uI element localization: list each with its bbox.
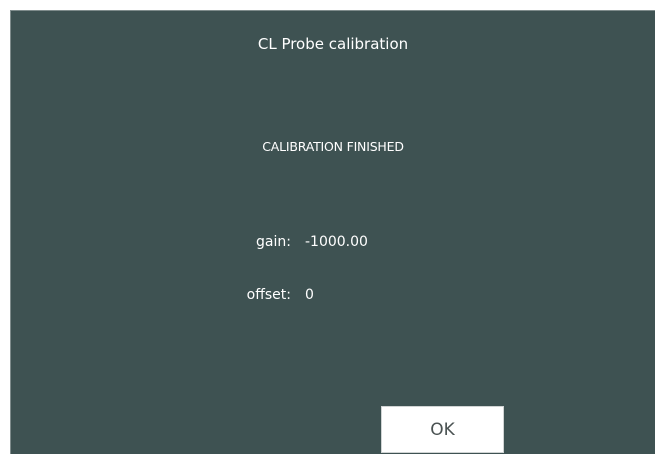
calibration-status: CALIBRATION FINISHED (262, 139, 404, 154)
calibration-dialog: CL Probe calibration CALIBRATION FINISHE… (10, 10, 655, 454)
offset-value: 0 (305, 287, 314, 303)
gain-label: gain: (256, 234, 291, 250)
gain-value: -1000.00 (305, 234, 368, 250)
gain-value-container: -1000.00 (305, 234, 425, 254)
offset-row: offset: (211, 287, 291, 307)
gain-row: gain: (211, 234, 291, 254)
offset-value-container: 0 (305, 287, 425, 307)
ok-button[interactable]: OK (381, 406, 504, 453)
dialog-title: CL Probe calibration (257, 35, 409, 53)
offset-label: offset: (246, 287, 291, 303)
